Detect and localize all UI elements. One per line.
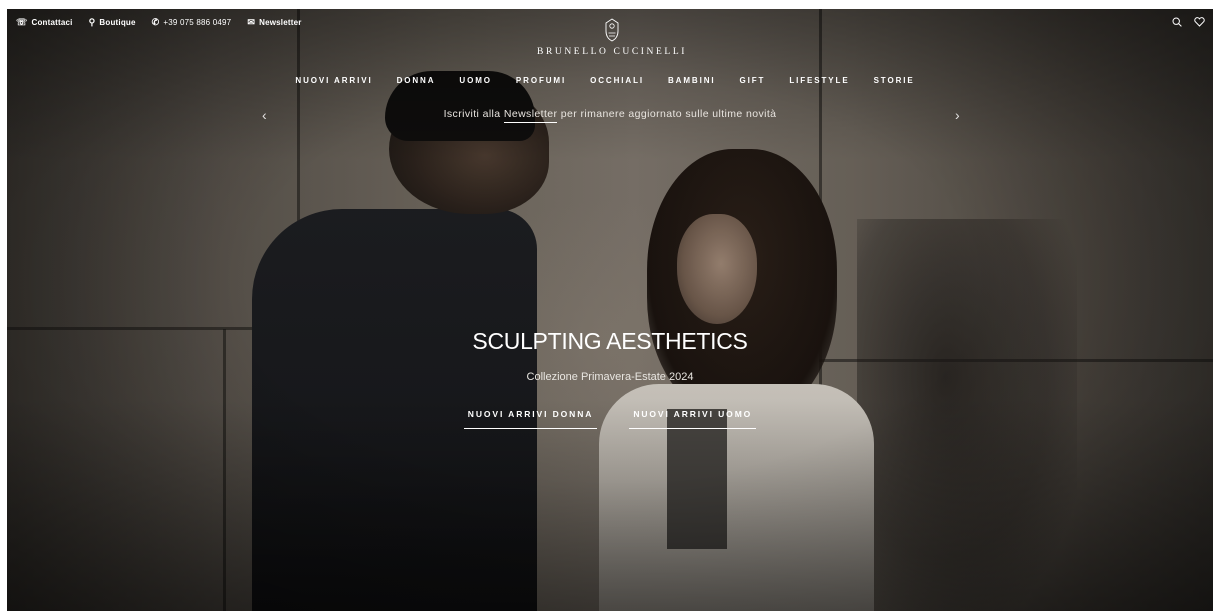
headset-icon: ☏ bbox=[16, 17, 28, 27]
contact-label: Contattaci bbox=[31, 18, 73, 27]
nav-item-bambini[interactable]: BAMBINI bbox=[656, 76, 728, 85]
phone-label: +39 075 886 0497 bbox=[163, 18, 232, 27]
hero-cta-row: NUOVI ARRIVI DONNA NUOVI ARRIVI UOMO bbox=[7, 409, 1213, 429]
nav-item-uomo[interactable]: UOMO bbox=[447, 76, 504, 85]
heart-icon[interactable] bbox=[1194, 17, 1205, 30]
crest-icon bbox=[601, 17, 623, 43]
nav-list: NUOVI ARRIVI DONNA UOMO PROFUMI OCCHIALI BAMB… bbox=[283, 76, 926, 85]
nav-item-occhiali[interactable]: OCCHIALI bbox=[578, 76, 656, 85]
hero-page: ☏ Contattaci ⚲ Boutique ✆ +39 075 886 04… bbox=[7, 9, 1213, 611]
brand-name: BRUNELLO CUCINELLI bbox=[537, 47, 687, 57]
header-actions bbox=[1172, 17, 1205, 30]
banner-text-after: per rimanere aggiornato sulle ultime nov… bbox=[557, 108, 777, 120]
phone-icon: ✆ bbox=[151, 17, 160, 27]
new-arrivals-women-button[interactable]: NUOVI ARRIVI DONNA bbox=[463, 409, 598, 429]
new-arrivals-men-button[interactable]: NUOVI ARRIVI UOMO bbox=[629, 409, 757, 429]
brand-logo[interactable]: BRUNELLO CUCINELLI bbox=[507, 17, 717, 57]
boutique-link[interactable]: ⚲ Boutique bbox=[88, 17, 136, 28]
banner-newsletter-link[interactable]: Newsletter bbox=[503, 108, 558, 123]
hero-vignette bbox=[7, 9, 1213, 611]
newsletter-label: Newsletter bbox=[259, 18, 302, 27]
location-pin-icon: ⚲ bbox=[88, 17, 96, 27]
contact-link[interactable]: ☏ Contattaci bbox=[16, 17, 73, 28]
promo-banner: ‹ Iscriviti alla Newsletter per rimanere… bbox=[7, 107, 1213, 125]
utility-bar: ☏ Contattaci ⚲ Boutique ✆ +39 075 886 04… bbox=[16, 17, 302, 28]
newsletter-link[interactable]: ✉ Newsletter bbox=[247, 17, 302, 28]
mail-icon: ✉ bbox=[247, 17, 256, 27]
hero-subtitle: Collezione Primavera-Estate 2024 bbox=[526, 371, 694, 383]
nav-item-lifestyle[interactable]: LIFESTYLE bbox=[777, 76, 861, 85]
main-nav: NUOVI ARRIVI DONNA UOMO PROFUMI OCCHIALI BAMB… bbox=[7, 76, 1213, 85]
nav-item-nuovi-arrivi[interactable]: NUOVI ARRIVI bbox=[283, 76, 384, 85]
boutique-label: Boutique bbox=[99, 18, 136, 27]
phone-link[interactable]: ✆ +39 075 886 0497 bbox=[151, 17, 232, 28]
nav-item-gift[interactable]: GIFT bbox=[728, 76, 778, 85]
banner-next-arrow[interactable]: › bbox=[955, 107, 960, 123]
nav-item-profumi[interactable]: PROFUMI bbox=[504, 76, 578, 85]
search-icon[interactable] bbox=[1172, 17, 1182, 30]
hero-title: SCULPTING AESTHETICS bbox=[472, 328, 748, 354]
banner-text: Iscriviti alla Newsletter per rimanere a… bbox=[7, 108, 1213, 123]
nav-item-storie[interactable]: STORIE bbox=[862, 76, 927, 85]
banner-text-before: Iscriviti alla bbox=[443, 108, 504, 120]
nav-item-donna[interactable]: DONNA bbox=[385, 76, 448, 85]
